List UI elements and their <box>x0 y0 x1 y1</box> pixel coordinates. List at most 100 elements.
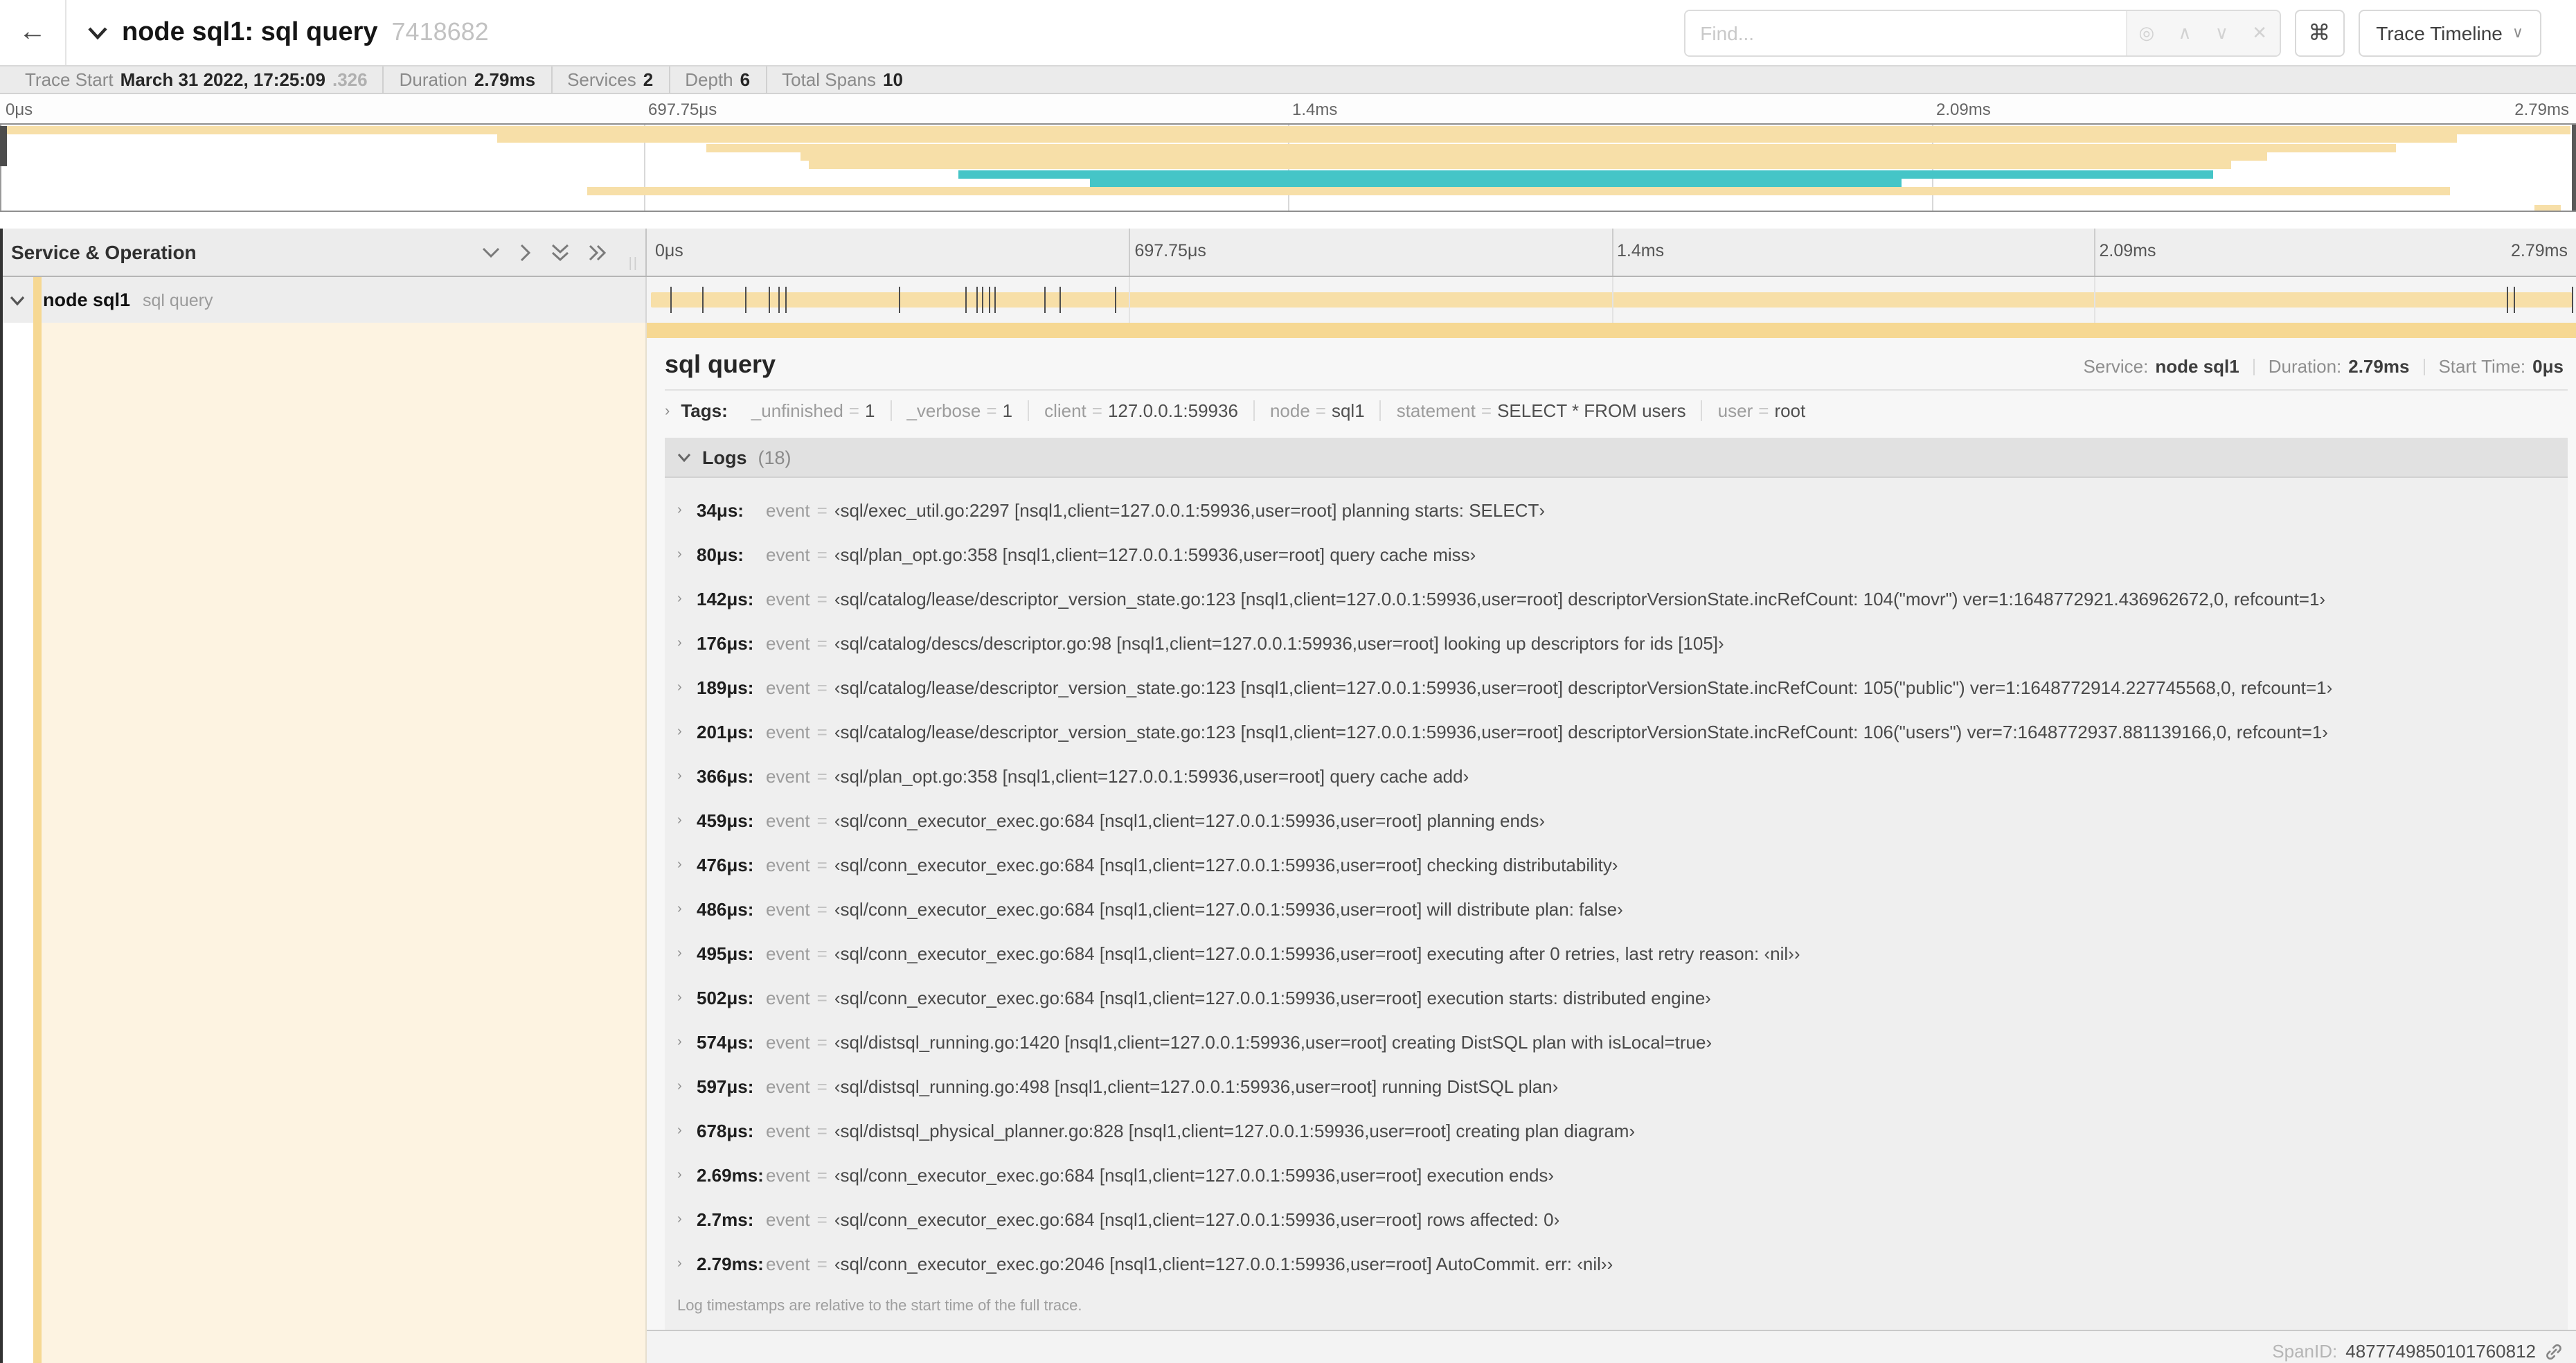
timeline-column-divider <box>2093 229 2095 276</box>
log-field-value: ‹sql/catalog/descs/descriptor.go:98 [nsq… <box>834 632 1724 653</box>
log-event-marker <box>899 287 901 313</box>
chevron-right-icon: › <box>677 724 682 739</box>
log-row[interactable]: › 34μs: event = ‹sql/exec_util.go:2297 [nsql… <box>665 488 2568 532</box>
collapse-one-icon[interactable] <box>482 246 500 258</box>
find-input[interactable] <box>1685 10 2126 55</box>
minimap-range-end-handle[interactable] <box>2572 125 2576 211</box>
command-icon: ⌘ <box>2308 21 2331 45</box>
log-row[interactable]: › 189μs: event = ‹sql/catalog/lease/descript… <box>665 665 2568 709</box>
page-header: ← node sql1: sql query 7418682 ◎ ∧ ∨ ✕ ⌘ <box>0 0 2576 65</box>
log-field-value: ‹sql/conn_executor_exec.go:684 [nsql1,cl… <box>834 810 1546 830</box>
detail-meta-label: Duration: <box>2268 356 2342 377</box>
span-color-stripe <box>33 323 42 1363</box>
minimap-tick-label: 697.75μs <box>648 100 717 119</box>
log-equals: = <box>816 544 828 564</box>
trace-title-wrap[interactable]: node sql1: sql query 7418682 <box>66 17 489 48</box>
expand-one-icon[interactable] <box>519 243 532 261</box>
summary-value: 6 <box>740 69 751 90</box>
expand-all-icon[interactable] <box>589 243 607 261</box>
chevron-right-icon: › <box>677 1167 682 1182</box>
chevron-right-icon: › <box>677 768 682 783</box>
log-row[interactable]: › 2.69ms: event = ‹sql/conn_executor_exec.go… <box>665 1152 2568 1197</box>
log-row[interactable]: › 502μs: event = ‹sql/conn_executor_exec.go:… <box>665 975 2568 1019</box>
tag-equals: = <box>1481 400 1492 421</box>
detail-header: sql query Service: node sql1 Duration: 2.79… <box>665 350 2568 380</box>
summary-value: 2 <box>643 69 654 90</box>
log-field-key: event <box>766 810 810 830</box>
tag-item: user = root <box>1701 400 1821 421</box>
minimap-span-bar <box>1089 178 1902 187</box>
log-equals: = <box>816 1031 828 1052</box>
tag-key: _unfinished <box>751 400 843 421</box>
log-event-marker <box>994 287 996 313</box>
back-button[interactable]: ← <box>0 0 66 65</box>
log-row[interactable]: › 476μs: event = ‹sql/conn_executor_exec.go:… <box>665 842 2568 887</box>
log-field-value: ‹sql/plan_opt.go:358 [nsql1,client=127.0… <box>834 544 1476 564</box>
chevron-right-icon: › <box>677 812 682 828</box>
log-row[interactable]: › 80μs: event = ‹sql/plan_opt.go:358 [nsql1,… <box>665 532 2568 576</box>
log-row[interactable]: › 176μs: event = ‹sql/catalog/descs/descript… <box>665 621 2568 665</box>
minimap-graph[interactable] <box>0 123 2576 212</box>
timeline-tick-label: 697.75μs <box>1134 241 1206 260</box>
timeline-tick-label: 0μs <box>655 241 683 260</box>
log-row[interactable]: › 574μs: event = ‹sql/distsql_running.go:142… <box>665 1019 2568 1064</box>
log-row[interactable]: › 486μs: event = ‹sql/conn_executor_exec.go:… <box>665 887 2568 931</box>
log-row[interactable]: › 2.79ms: event = ‹sql/conn_executor_exec.go… <box>665 1241 2568 1285</box>
meta-divider <box>2423 358 2425 375</box>
tags-accordion[interactable]: › Tags: _unfinished = 1 _verbose = 1 client = 12… <box>665 392 2568 429</box>
log-row[interactable]: › 459μs: event = ‹sql/conn_executor_exec.go:… <box>665 798 2568 842</box>
keyboard-shortcuts-button[interactable]: ⌘ <box>2294 9 2345 56</box>
timeline-column-divider <box>2093 277 2095 323</box>
header-actions: ◎ ∧ ∨ ✕ ⌘ Trace Timeline ∨ <box>1683 9 2541 56</box>
tag-equals: = <box>1315 400 1326 421</box>
log-field-key: event <box>766 677 810 697</box>
log-row[interactable]: › 678μs: event = ‹sql/distsql_physical_plann… <box>665 1108 2568 1152</box>
trace-view-selector[interactable]: Trace Timeline ∨ <box>2358 9 2541 56</box>
log-field-key: event <box>766 854 810 875</box>
log-event-marker <box>702 287 704 313</box>
log-equals: = <box>816 721 828 742</box>
span-detail-panel: sql query Service: node sql1 Duration: 2.79… <box>647 338 2576 1331</box>
collapse-all-icon[interactable] <box>551 243 569 261</box>
view-selector-label: Trace Timeline <box>2376 21 2503 44</box>
minimap-range-start-handle[interactable] <box>0 126 7 166</box>
deep-link-icon[interactable] <box>2544 1342 2564 1361</box>
log-row[interactable]: › 2.7ms: event = ‹sql/conn_executor_exec.go:… <box>665 1197 2568 1241</box>
log-row[interactable]: › 597μs: event = ‹sql/distsql_running.go:498… <box>665 1064 2568 1108</box>
clear-search-icon[interactable]: ✕ <box>2252 21 2267 44</box>
log-event-marker <box>778 287 780 313</box>
column-resize-handle[interactable]: || <box>629 256 638 271</box>
span-row-name-column[interactable]: node sql1 sql query <box>0 277 647 323</box>
find-addon: ◎ ∧ ∨ ✕ <box>2125 10 2280 55</box>
next-result-icon[interactable]: ∨ <box>2215 21 2228 44</box>
log-row[interactable]: › 495μs: event = ‹sql/conn_executor_exec.go:… <box>665 931 2568 975</box>
minimap-span-bar <box>800 152 2267 161</box>
trace-summary-bar: Trace Start March 31 2022, 17:25:09 .326 Du… <box>0 65 2576 94</box>
log-timestamp: 597μs: <box>697 1076 754 1096</box>
tags-list: _unfinished = 1 _verbose = 1 client = 127.0.0.1:… <box>736 400 1821 421</box>
prev-result-icon[interactable]: ∧ <box>2178 21 2191 44</box>
chevron-right-icon: › <box>677 1123 682 1138</box>
chevron-right-icon: › <box>677 1034 682 1049</box>
log-equals: = <box>816 1209 828 1229</box>
detail-meta-value: node sql1 <box>2155 356 2239 377</box>
match-highlight-icon[interactable]: ◎ <box>2138 21 2154 44</box>
span-row-timeline[interactable] <box>647 277 2576 323</box>
log-event-marker <box>965 287 967 313</box>
log-row[interactable]: › 366μs: event = ‹sql/plan_opt.go:358 [nsql1… <box>665 754 2568 798</box>
log-row[interactable]: › 142μs: event = ‹sql/catalog/lease/descript… <box>665 576 2568 621</box>
chevron-right-icon: › <box>677 857 682 872</box>
chevron-right-icon: › <box>677 990 682 1005</box>
log-row[interactable]: › 201μs: event = ‹sql/catalog/lease/descript… <box>665 709 2568 754</box>
tag-equals: = <box>986 400 997 421</box>
log-field-value: ‹sql/distsql_running.go:1420 [nsql1,clie… <box>834 1031 1712 1052</box>
log-event-marker <box>785 287 787 313</box>
chevron-down-icon: ∨ <box>2512 25 2523 42</box>
meta-divider <box>2253 358 2255 375</box>
log-timestamp: 459μs: <box>697 810 754 830</box>
timeline-tick-label: 2.79ms <box>2511 241 2568 260</box>
logs-accordion-header[interactable]: Logs (18) <box>665 438 2568 476</box>
log-timestamp: 80μs: <box>697 544 744 564</box>
detail-divider <box>665 389 2568 391</box>
chevron-down-icon <box>677 452 691 462</box>
